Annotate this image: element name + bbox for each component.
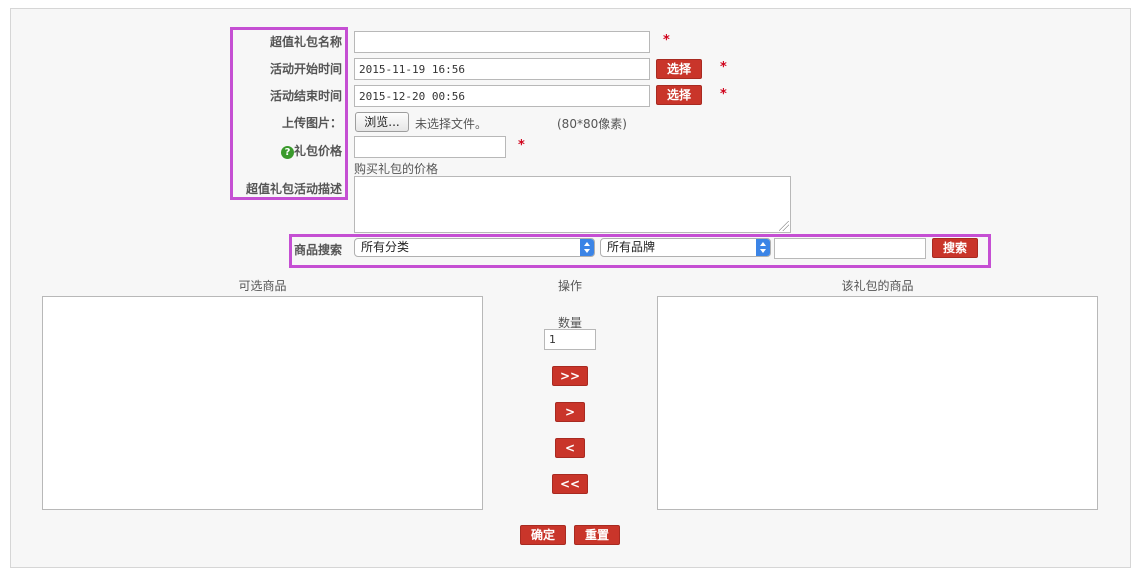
resize-grip-icon[interactable] [779, 221, 789, 231]
gift-name-label: 超值礼包名称 [269, 35, 342, 49]
confirm-button[interactable]: 确定 [520, 525, 566, 545]
add-one-button[interactable]: > [555, 402, 585, 422]
end-time-required-mark: * [720, 87, 727, 102]
add-all-button[interactable]: >> [552, 366, 588, 386]
gift-price-label-row: ? 礼包价格 [222, 140, 342, 162]
category-select[interactable]: 所有分类 [354, 238, 595, 257]
end-time-input[interactable] [354, 85, 650, 107]
description-label: 超值礼包活动描述 [245, 182, 342, 196]
help-icon[interactable]: ? [280, 146, 294, 159]
browse-file-button[interactable]: 浏览... [355, 112, 409, 132]
brand-selected-value: 所有品牌 [607, 240, 656, 254]
available-products-list[interactable] [42, 296, 483, 510]
brand-select[interactable]: 所有品牌 [600, 238, 771, 257]
start-time-required-mark: * [720, 60, 727, 75]
start-time-input[interactable] [354, 58, 650, 80]
description-textarea[interactable] [354, 176, 791, 233]
end-time-label: 活动结束时间 [269, 89, 342, 103]
product-search-label: 商品搜索 [294, 243, 343, 257]
category-dropdown-arrow-icon[interactable] [580, 239, 594, 256]
remove-one-button[interactable]: < [555, 438, 585, 458]
gift-price-required-mark: * [518, 138, 525, 153]
available-products-caption: 可选商品 [238, 279, 287, 293]
gift-name-required-mark: * [663, 33, 670, 48]
quantity-input[interactable] [544, 329, 596, 350]
category-selected-value: 所有分类 [361, 240, 410, 254]
search-button[interactable]: 搜索 [932, 238, 978, 258]
image-size-hint: (80*80像素) [557, 117, 627, 131]
gift-price-hint: 购买礼包的价格 [354, 162, 439, 176]
end-time-select-button[interactable]: 选择 [656, 85, 702, 105]
gift-price-input[interactable] [354, 136, 506, 158]
start-time-label: 活动开始时间 [269, 62, 342, 76]
operation-caption: 操作 [557, 279, 582, 293]
gift-products-caption: 该礼包的商品 [841, 279, 914, 293]
no-file-chosen-text: 未选择文件。 [415, 117, 488, 131]
gift-products-list[interactable] [657, 296, 1098, 510]
reset-button[interactable]: 重置 [574, 525, 620, 545]
brand-dropdown-arrow-icon[interactable] [756, 239, 770, 256]
gift-price-label: 礼包价格 [293, 144, 342, 158]
search-keyword-input[interactable] [774, 238, 926, 259]
upload-image-label: 上传图片： [281, 116, 342, 130]
remove-all-button[interactable]: << [552, 474, 588, 494]
start-time-select-button[interactable]: 选择 [656, 59, 702, 79]
gift-name-input[interactable] [354, 31, 650, 53]
